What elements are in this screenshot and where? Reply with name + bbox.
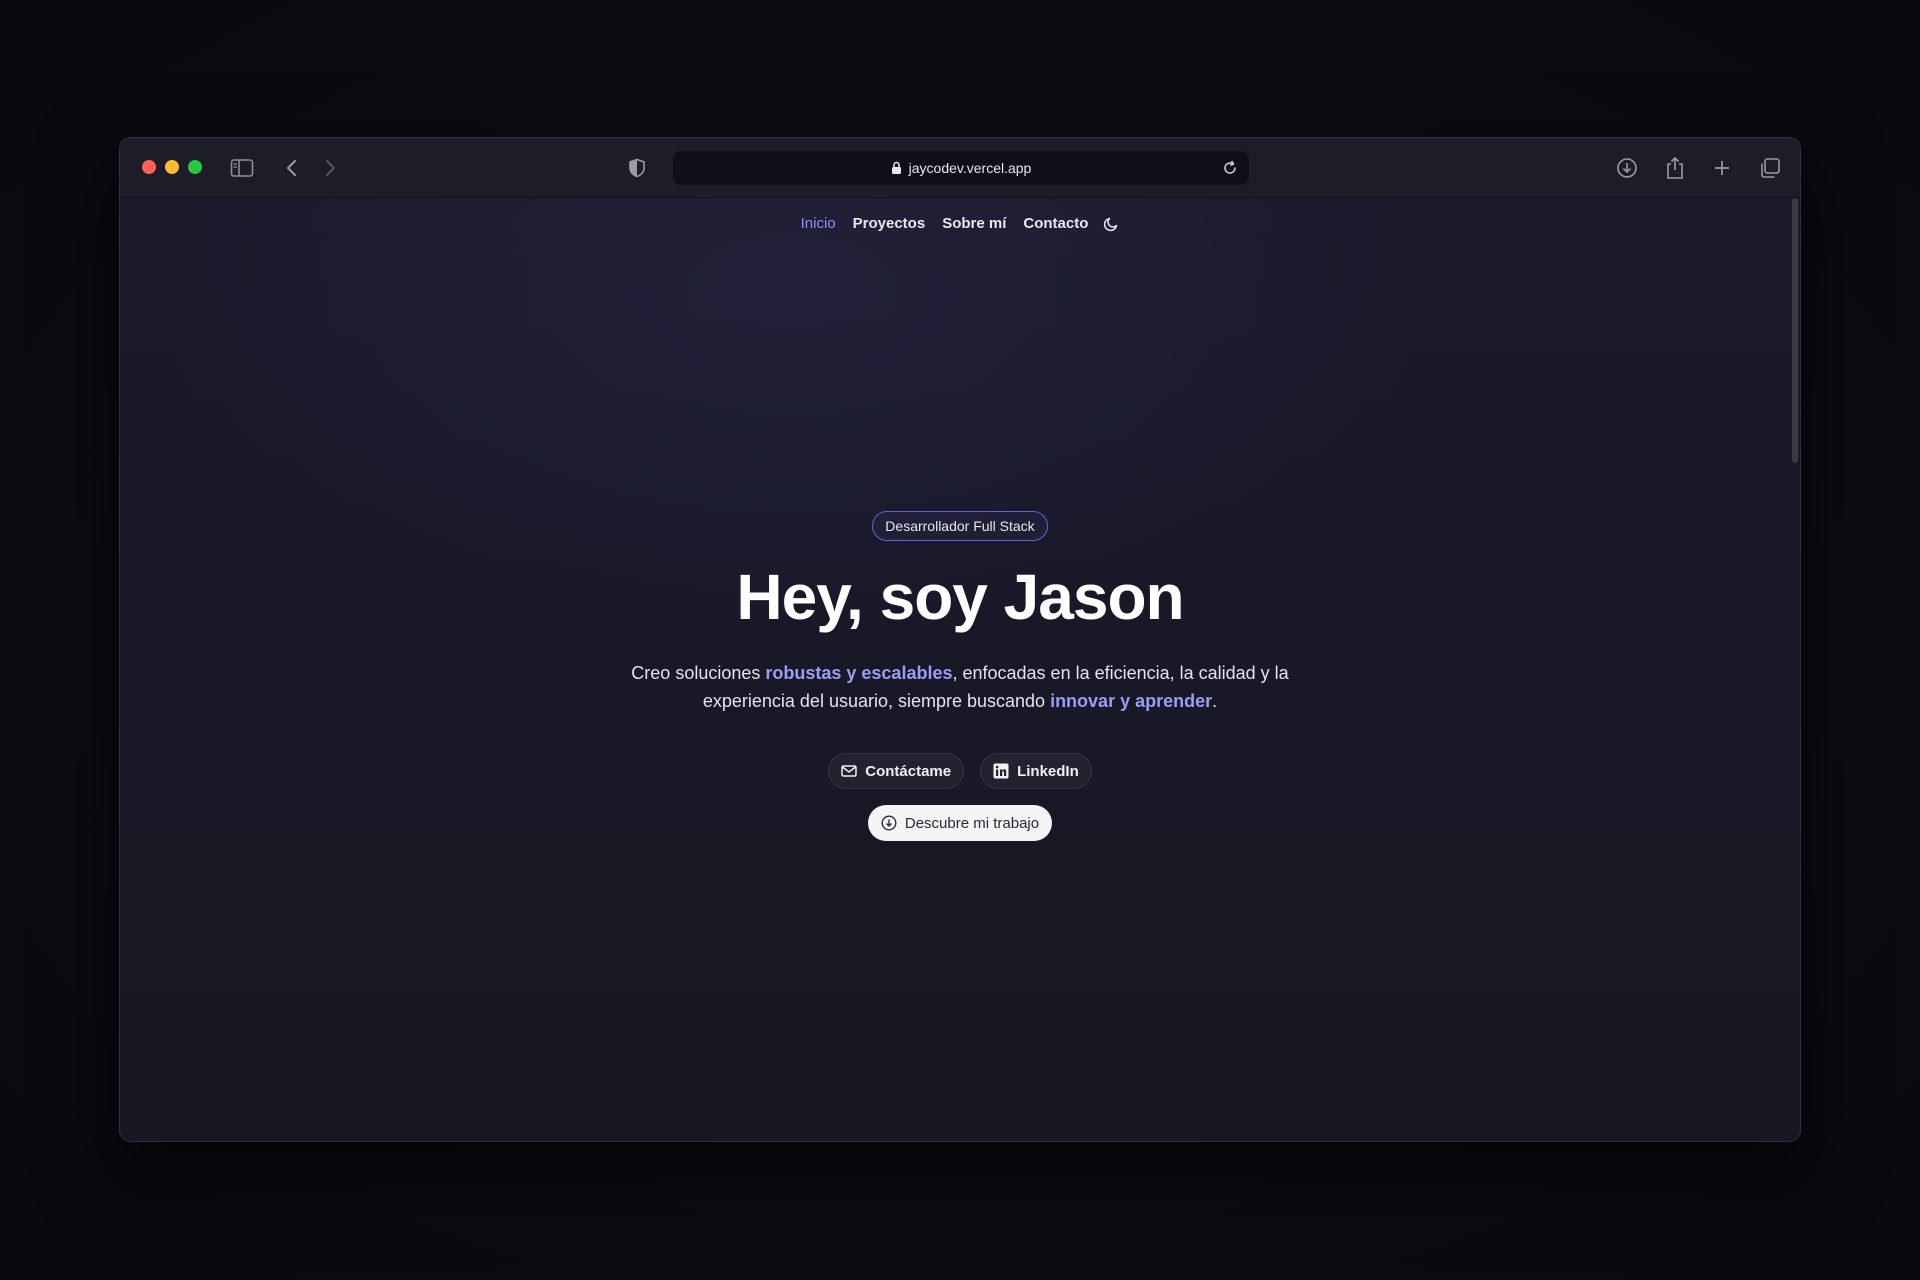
new-tab-icon[interactable] (1708, 154, 1736, 182)
nav-item-inicio[interactable]: Inicio (801, 215, 836, 232)
hero-title: Hey, soy Jason (736, 561, 1184, 633)
browser-toolbar: jaycodev.vercel.app (120, 138, 1800, 198)
mail-icon (841, 764, 857, 778)
arrow-down-circle-icon (881, 815, 897, 831)
contact-button-label: Contáctame (865, 762, 952, 780)
download-icon[interactable] (1613, 154, 1641, 182)
scrollbar[interactable] (1792, 198, 1798, 463)
browser-window: jaycodev.vercel.app Inicio Proyectos Sob… (119, 137, 1801, 1142)
sidebar-toggle-icon[interactable] (228, 154, 256, 182)
moon-icon[interactable] (1103, 216, 1119, 232)
role-badge: Desarrollador Full Stack (872, 511, 1048, 541)
forward-icon[interactable] (316, 154, 344, 182)
url-text: jaycodev.vercel.app (908, 160, 1032, 176)
reload-icon[interactable] (1217, 155, 1243, 181)
contact-button[interactable]: Contáctame (828, 753, 965, 789)
hero-description: Creo soluciones robustas y escalables, e… (610, 659, 1310, 715)
nav-item-contacto[interactable]: Contacto (1023, 215, 1088, 232)
nav-item-sobre-mi[interactable]: Sobre mí (942, 215, 1006, 232)
description-text: . (1212, 691, 1218, 711)
minimize-window-button[interactable] (165, 160, 179, 174)
description-highlight: robustas y escalables (765, 663, 953, 683)
discover-work-button[interactable]: Descubre mi trabajo (867, 805, 1053, 841)
hero-section: Desarrollador Full Stack Hey, soy Jason … (120, 511, 1800, 841)
page-viewport: Inicio Proyectos Sobre mí Contacto Desar… (120, 198, 1800, 1141)
cta-row: Contáctame LinkedIn (828, 753, 1092, 789)
discover-button-label: Descubre mi trabajo (904, 814, 1040, 832)
description-highlight: innovar y aprender (1050, 691, 1213, 711)
close-window-button[interactable] (142, 160, 156, 174)
zoom-window-button[interactable] (188, 160, 202, 174)
shield-icon[interactable] (623, 154, 651, 182)
tab-overview-icon[interactable] (1756, 154, 1784, 182)
back-icon[interactable] (278, 154, 306, 182)
main-nav: Inicio Proyectos Sobre mí Contacto (120, 215, 1800, 232)
nav-item-proyectos[interactable]: Proyectos (853, 215, 926, 232)
lock-icon (891, 161, 902, 175)
linkedin-button-label: LinkedIn (1017, 762, 1079, 780)
share-icon[interactable] (1661, 154, 1689, 182)
address-bar[interactable]: jaycodev.vercel.app (673, 151, 1249, 185)
linkedin-button[interactable]: LinkedIn (980, 753, 1092, 789)
description-text: Creo soluciones (631, 663, 766, 683)
linkedin-icon (993, 763, 1009, 779)
